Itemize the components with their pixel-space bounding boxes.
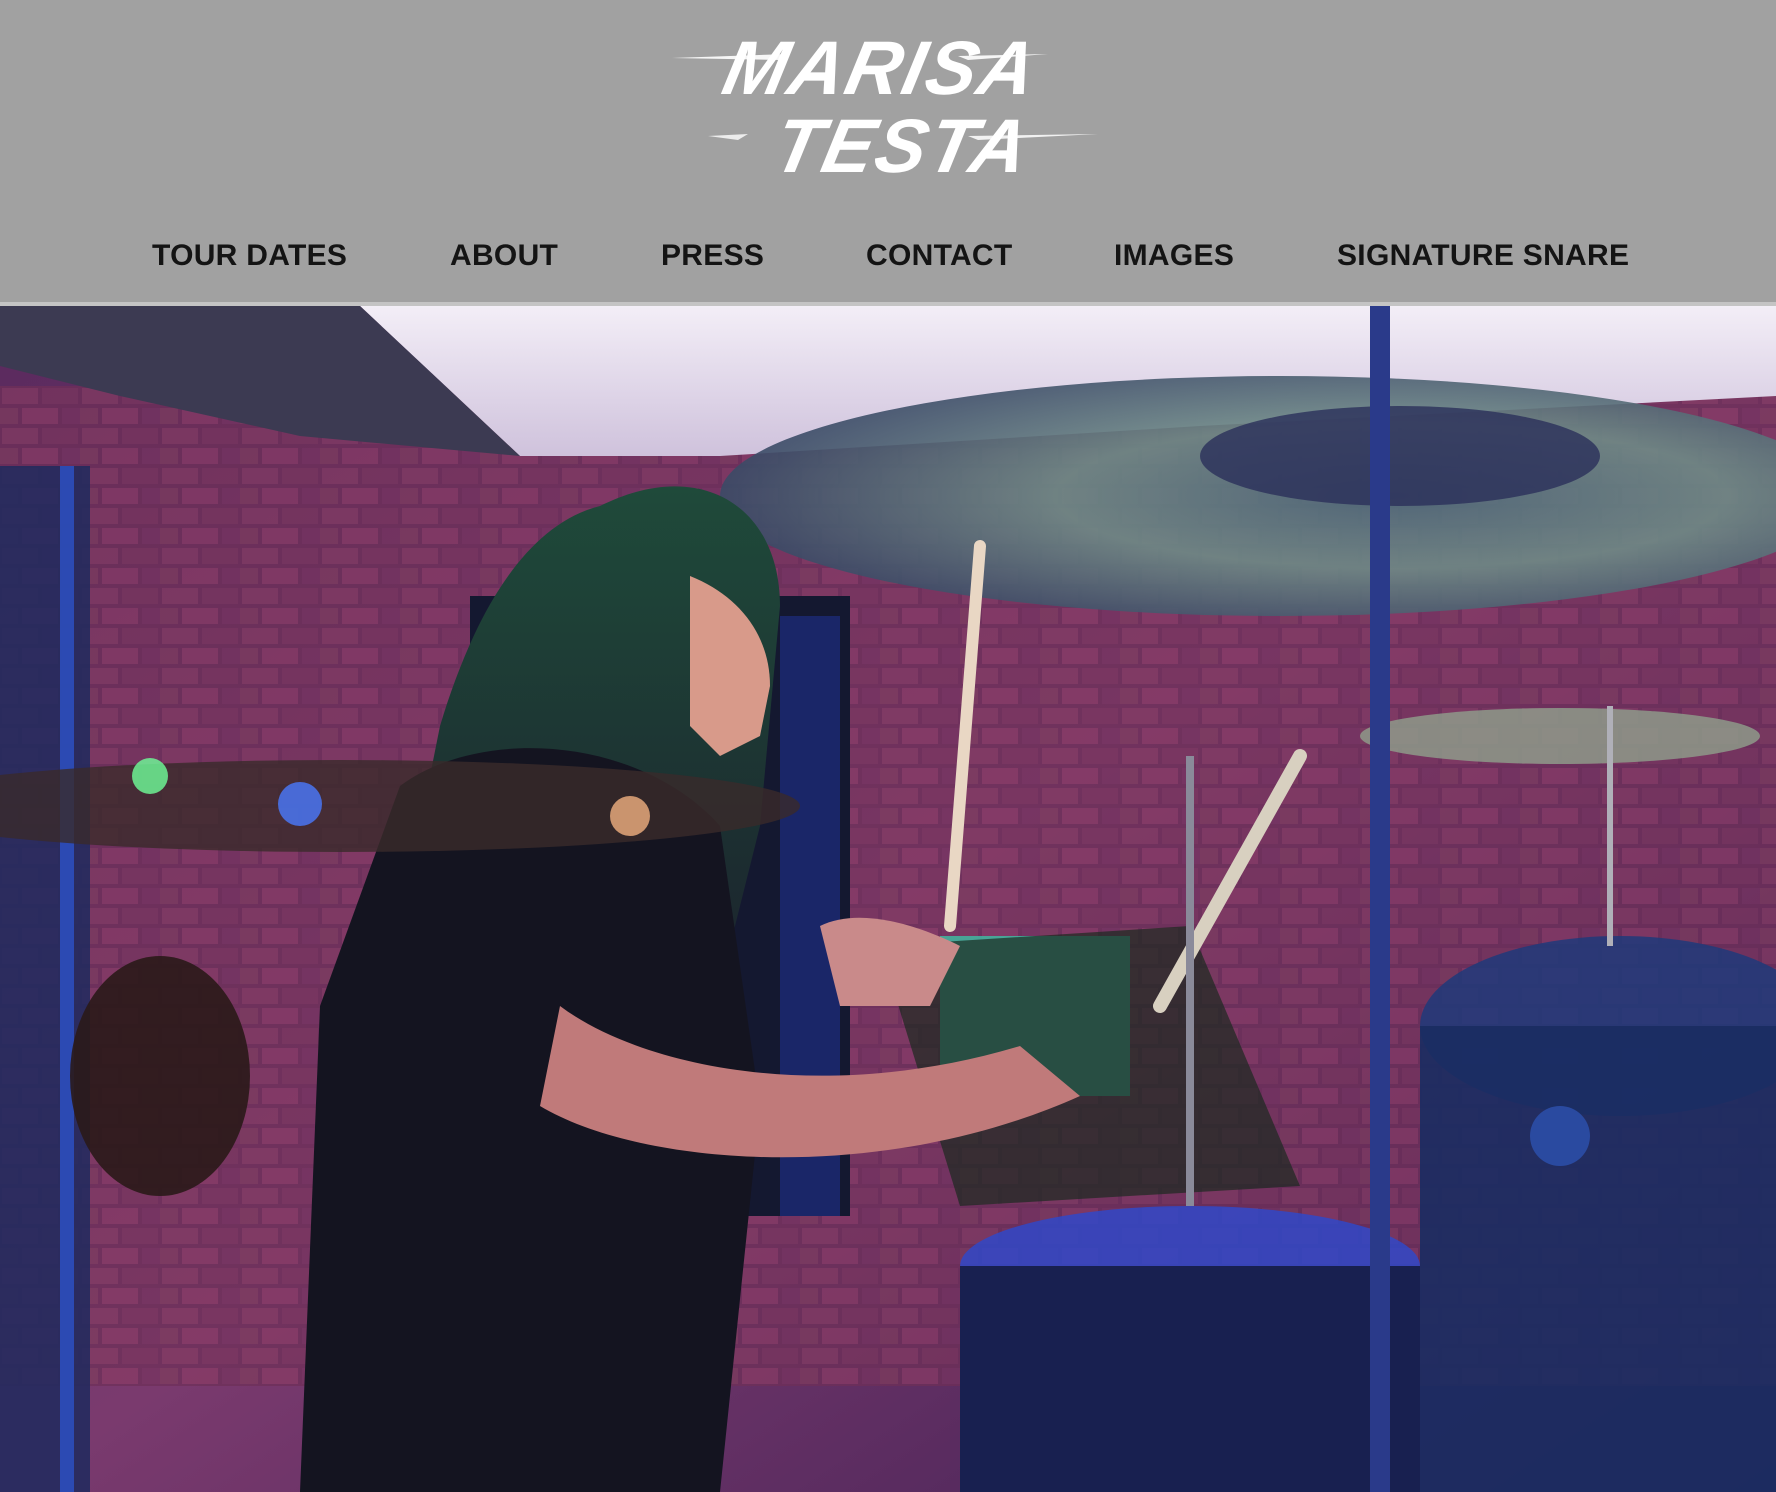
nav-images[interactable]: IMAGES bbox=[1114, 234, 1234, 278]
nav-signature-snare[interactable]: SIGNATURE SNARE bbox=[1337, 234, 1629, 278]
nav-tour-dates[interactable]: TOUR DATES bbox=[152, 234, 347, 278]
logo-image: MARISA TESTA bbox=[672, 26, 1098, 189]
hero-photo bbox=[0, 306, 1776, 1492]
drummer-photo-icon bbox=[0, 306, 1776, 1492]
nav-about[interactable]: ABOUT bbox=[450, 234, 558, 278]
nav-press[interactable]: PRESS bbox=[661, 234, 764, 278]
logo-line1: MARISA bbox=[716, 26, 1046, 111]
site-header: MARISA TESTA TOUR DATES ABOUT PRESS CONT… bbox=[0, 0, 1776, 306]
site-logo[interactable]: MARISA TESTA bbox=[668, 16, 1108, 189]
main-nav: TOUR DATES ABOUT PRESS CONTACT IMAGES SI… bbox=[0, 234, 1776, 278]
nav-contact[interactable]: CONTACT bbox=[866, 234, 1013, 278]
logo-line2: TESTA bbox=[767, 104, 1039, 189]
